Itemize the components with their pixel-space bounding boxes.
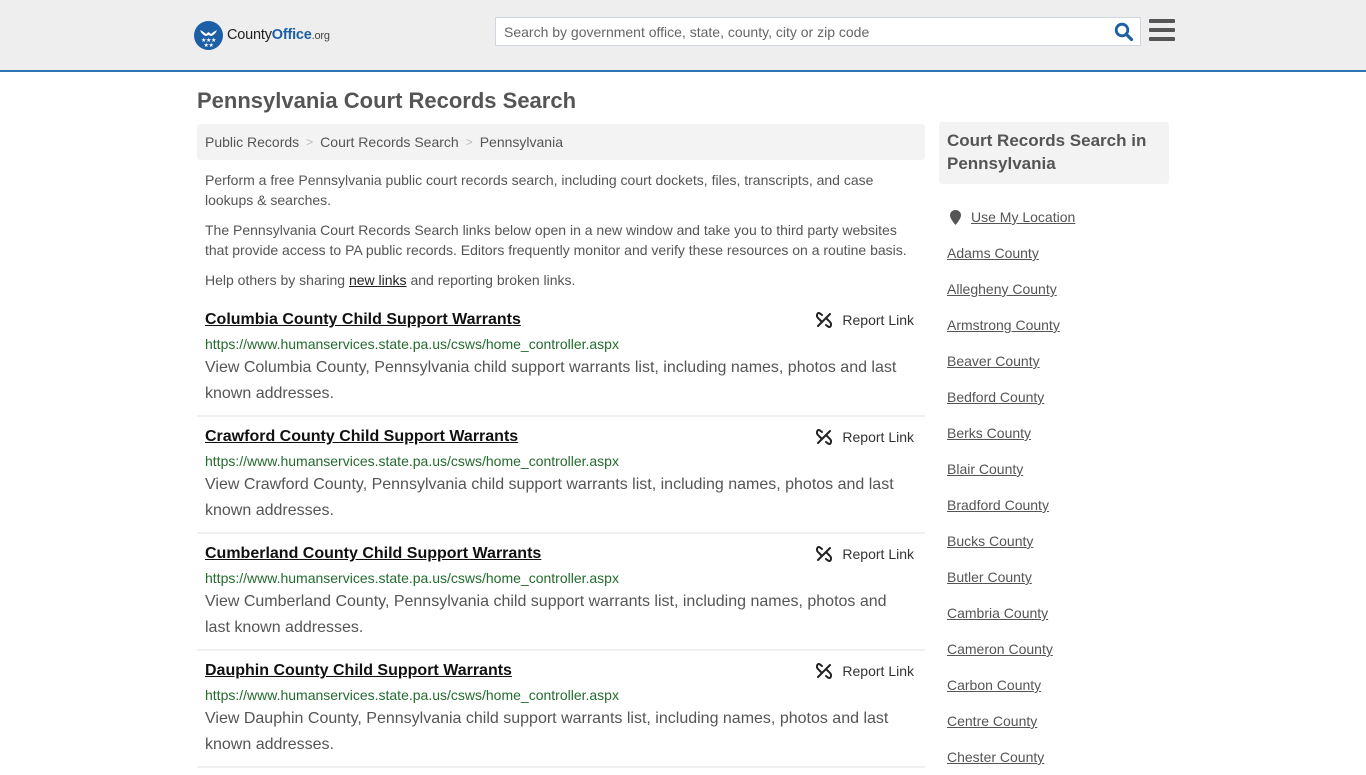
share-text: Help others by sharing: [205, 272, 349, 288]
search-input[interactable]: [496, 18, 1106, 45]
county-link[interactable]: Carbon County: [947, 677, 1041, 693]
breadcrumb-separator: >: [306, 135, 314, 149]
sidebar-item-county: Cameron County: [947, 631, 1167, 667]
result-url: https://www.humanservices.state.pa.us/cs…: [205, 336, 619, 352]
sidebar-item-county: Blair County: [947, 451, 1167, 487]
result-description: View Columbia County, Pennsylvania child…: [205, 359, 897, 402]
use-my-location-link[interactable]: Use My Location: [971, 209, 1075, 225]
county-link[interactable]: Bedford County: [947, 389, 1044, 405]
broken-link-icon: [816, 312, 833, 328]
sidebar-item-county: Adams County: [947, 235, 1167, 271]
county-link[interactable]: Centre County: [947, 713, 1037, 729]
svg-text:★: ★: [209, 42, 214, 49]
share-links-paragraph: Help others by sharing new links and rep…: [205, 270, 915, 290]
intro-paragraph: Perform a free Pennsylvania public court…: [205, 172, 874, 208]
county-link[interactable]: Butler County: [947, 569, 1032, 585]
county-link[interactable]: Blair County: [947, 461, 1023, 477]
hamburger-menu-button[interactable]: [1149, 19, 1175, 43]
result-url: https://www.humanservices.state.pa.us/cs…: [205, 453, 619, 469]
breadcrumb: Public Records > Court Records Search > …: [197, 124, 925, 160]
sidebar-item-county: Armstrong County: [947, 307, 1167, 343]
report-link-button[interactable]: Report Link: [816, 312, 914, 328]
county-link[interactable]: Armstrong County: [947, 317, 1060, 333]
result-title-link[interactable]: Crawford County Child Support Warrants: [205, 427, 518, 447]
sidebar-item-county: Bradford County: [947, 487, 1167, 523]
sidebar-heading: Court Records Search in Pennsylvania: [939, 122, 1169, 184]
county-link[interactable]: Cameron County: [947, 641, 1053, 657]
broken-link-icon: [816, 663, 833, 679]
county-link[interactable]: Cambria County: [947, 605, 1048, 621]
result-title-link[interactable]: Columbia County Child Support Warrants: [205, 310, 521, 330]
sidebar-item-county: Centre County: [947, 703, 1167, 739]
report-link-button[interactable]: Report Link: [816, 663, 914, 679]
result-description: View Dauphin County, Pennsylvania child …: [205, 710, 889, 753]
result-item: Columbia County Child Support Warrants R…: [197, 300, 925, 417]
sidebar-item-county: Berks County: [947, 415, 1167, 451]
county-link[interactable]: Allegheny County: [947, 281, 1057, 297]
breadcrumb-separator: >: [465, 135, 473, 149]
new-links-link[interactable]: new links: [349, 272, 407, 288]
menu-icon-bar: [1149, 19, 1175, 23]
map-pin-icon: [950, 209, 961, 225]
result-item: Dauphin County Child Support Warrants Re…: [197, 651, 925, 768]
report-link-button[interactable]: Report Link: [816, 429, 914, 445]
broken-link-icon: [816, 429, 833, 445]
site-header: ★ ★ ★ ★ ★ CountyOffice.org: [0, 0, 1366, 72]
sidebar-item-county: Carbon County: [947, 667, 1167, 703]
breadcrumb-public-records[interactable]: Public Records: [205, 134, 299, 150]
site-logo[interactable]: ★ ★ ★ ★ ★ CountyOffice.org: [194, 20, 330, 50]
result-description: View Crawford County, Pennsylvania child…: [205, 476, 894, 519]
breadcrumb-court-records-search[interactable]: Court Records Search: [320, 134, 459, 150]
sidebar-item-county: Chester County: [947, 739, 1167, 775]
result-item: Crawford County Child Support Warrants R…: [197, 417, 925, 534]
report-link-button[interactable]: Report Link: [816, 546, 914, 562]
menu-icon-bar: [1149, 28, 1175, 32]
sidebar-item-county: Bedford County: [947, 379, 1167, 415]
report-link-label: Report Link: [842, 312, 914, 328]
sidebar-item-county: Beaver County: [947, 343, 1167, 379]
sidebar-item-county: Butler County: [947, 559, 1167, 595]
use-my-location-item: Use My Location: [947, 199, 1167, 235]
report-link-label: Report Link: [842, 663, 914, 679]
menu-icon-bar: [1149, 37, 1175, 41]
result-url: https://www.humanservices.state.pa.us/cs…: [205, 570, 619, 586]
eagle-stars-icon: ★ ★ ★ ★ ★: [194, 20, 223, 50]
result-title-link[interactable]: Cumberland County Child Support Warrants: [205, 544, 541, 564]
site-name: CountyOffice.org: [227, 27, 330, 43]
breadcrumb-pennsylvania[interactable]: Pennsylvania: [480, 134, 563, 150]
share-text-end: and reporting broken links.: [406, 272, 576, 288]
results-list: Columbia County Child Support Warrants R…: [197, 300, 925, 768]
disclaimer-paragraph: The Pennsylvania Court Records Search li…: [205, 222, 907, 258]
county-link[interactable]: Chester County: [947, 749, 1044, 765]
broken-link-icon: [816, 546, 833, 562]
search-box: [495, 17, 1141, 46]
result-description: View Cumberland County, Pennsylvania chi…: [205, 593, 887, 636]
search-icon: [1114, 22, 1134, 42]
sidebar-item-county: Bucks County: [947, 523, 1167, 559]
county-link[interactable]: Berks County: [947, 425, 1031, 441]
result-title-link[interactable]: Dauphin County Child Support Warrants: [205, 661, 512, 681]
report-link-label: Report Link: [842, 429, 914, 445]
sidebar-item-county: Cambria County: [947, 595, 1167, 631]
sidebar-item-county: Allegheny County: [947, 271, 1167, 307]
report-link-label: Report Link: [842, 546, 914, 562]
page-title: Pennsylvania Court Records Search: [197, 88, 577, 113]
county-link[interactable]: Bradford County: [947, 497, 1049, 513]
county-link[interactable]: Bucks County: [947, 533, 1033, 549]
result-url: https://www.humanservices.state.pa.us/cs…: [205, 687, 619, 703]
sidebar-county-list: Use My Location Adams County Allegheny C…: [947, 199, 1167, 775]
search-button[interactable]: [1114, 22, 1134, 42]
county-link[interactable]: Beaver County: [947, 353, 1040, 369]
county-link[interactable]: Adams County: [947, 245, 1039, 261]
result-item: Cumberland County Child Support Warrants…: [197, 534, 925, 651]
